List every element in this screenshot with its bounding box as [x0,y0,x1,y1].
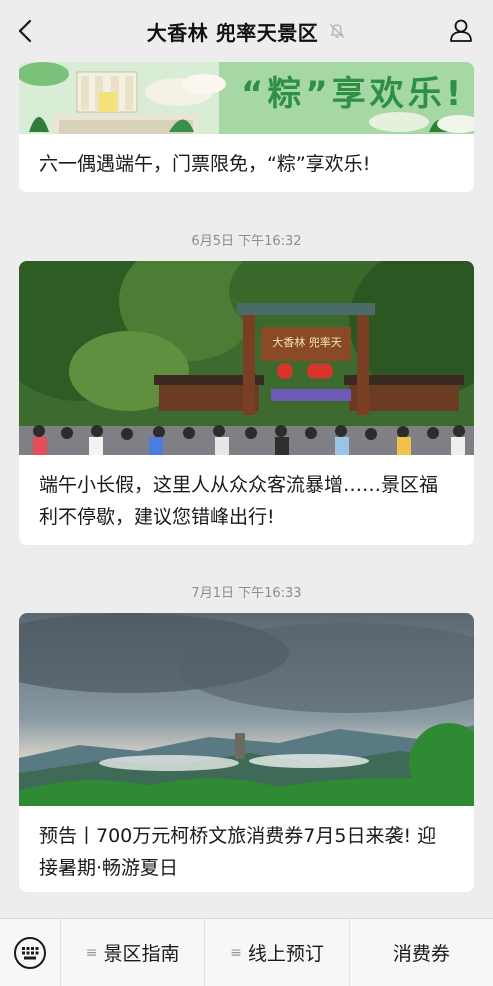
keyboard-toggle-button[interactable] [0,919,61,986]
official-account-menu-bar: ≡ 景区指南 ≡ 线上预订 消费券 [0,918,493,986]
message-timestamp: 6月5日 下午16:32 [191,234,302,249]
menu-item-scenic-guide[interactable]: ≡ 景区指南 [61,919,206,986]
submenu-icon: ≡ [230,944,242,961]
bell-off-icon [330,24,345,38]
menu-item-online-booking[interactable]: ≡ 线上预订 [205,919,350,986]
profile-button[interactable] [447,16,475,44]
menu-item-vouchers[interactable]: 消费券 [350,919,493,986]
chevron-left-icon [18,19,32,43]
person-icon [450,19,472,42]
menu-item-label: 景区指南 [103,943,180,965]
article-card-2[interactable]: 大香林 兜率天 端午小长假，这里人从众众客流暴增……景区福利不停歇，建议您错峰出… [19,261,474,545]
article-cover-image [19,613,474,806]
banner-slogan: “粽”享欢乐! [241,74,466,114]
article-cover-image: 大香林 兜率天 [19,261,474,455]
article-title: 端午小长假，这里人从众众客流暴增……景区福利不停歇，建议您错峰出行! [39,474,439,528]
article-cover-image: “粽”享欢乐! [19,62,474,134]
mountain-landscape-photo [19,613,474,806]
menu-item-label: 线上预订 [247,943,324,965]
back-button[interactable] [12,16,38,46]
article-title: 六一偶遇端午，门票限免，“粽”享欢乐! [39,153,371,175]
article-card-3[interactable]: 预告丨700万元柯桥文旅消费券7月5日来袭! 迎接暑期·畅游夏日 [19,613,474,892]
article-title: 预告丨700万元柯桥文旅消费券7月5日来袭! 迎接暑期·畅游夏日 [39,825,437,879]
gate-sign: 大香林 兜率天 [272,336,342,349]
message-feed[interactable]: “粽”享欢乐! 六一偶遇端午，门票限免，“粽”享欢乐! 6月5日 下午16:32 [0,0,493,918]
scenic-gate-photo [19,261,474,455]
page-title: 大香林 兜率天景区 [146,20,319,45]
chat-header: 大香林 兜率天景区 [0,0,493,62]
keyboard-icon [14,936,46,969]
article-card-1[interactable]: “粽”享欢乐! 六一偶遇端午，门票限免，“粽”享欢乐! [19,62,474,192]
submenu-icon: ≡ [85,944,98,961]
message-timestamp: 7月1日 下午16:33 [191,586,302,601]
menu-item-label: 消费券 [392,943,450,965]
